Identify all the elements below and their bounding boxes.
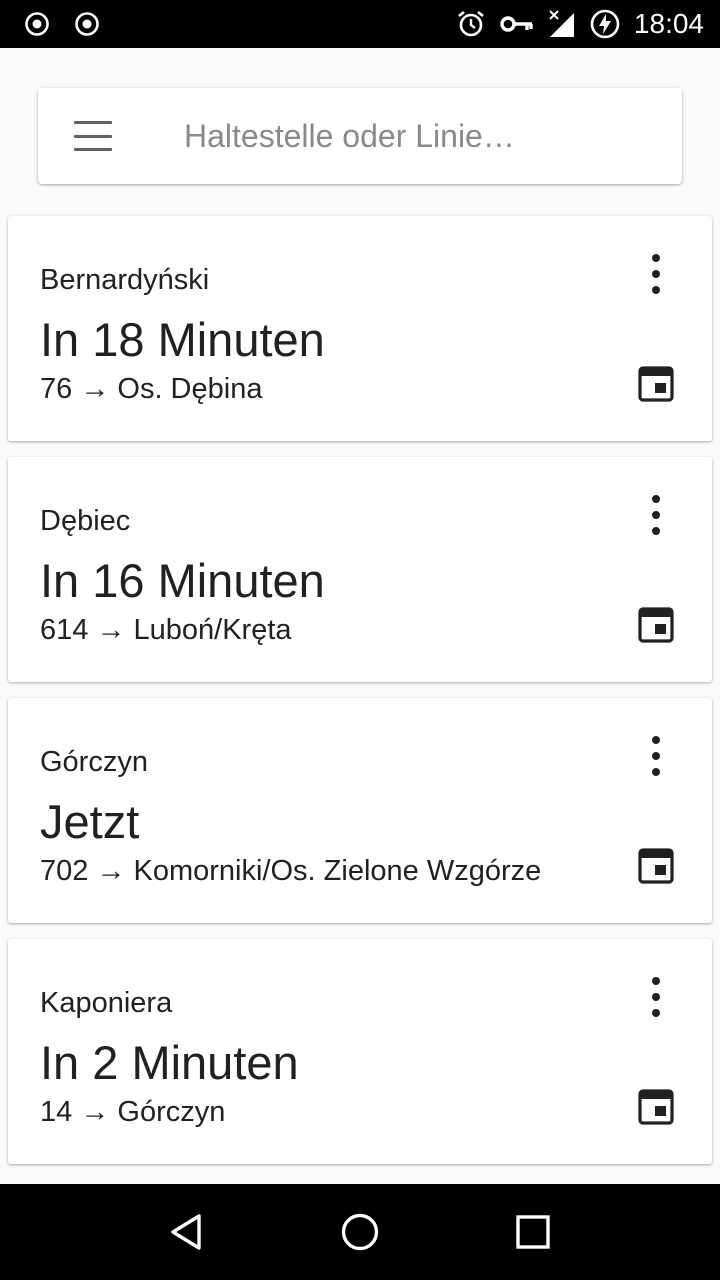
departure-time: Jetzt <box>40 795 140 848</box>
departure-card[interactable]: Bernardyński In 18 Minuten 76 → Os. Dębi… <box>8 216 712 441</box>
picture-in-picture-icon[interactable] <box>638 848 674 884</box>
status-bar: 18:04 <box>0 0 720 48</box>
departure-time: In 2 Minuten <box>40 1036 299 1089</box>
alarm-icon <box>456 9 486 39</box>
hamburger-menu-icon[interactable] <box>74 121 114 151</box>
signal-off-icon <box>548 9 576 39</box>
departure-time: In 18 Minuten <box>40 313 325 366</box>
back-icon[interactable] <box>147 1192 227 1272</box>
departure-time: In 16 Minuten <box>40 554 325 607</box>
line-direction: 76 → Os. Dębina <box>40 373 262 406</box>
stop-name: Dębiec <box>40 505 131 537</box>
line-direction: 614 → Luboń/Kręta <box>40 614 292 647</box>
home-icon[interactable] <box>320 1192 400 1272</box>
record-icon <box>74 11 100 37</box>
vpn-key-icon <box>500 14 534 34</box>
status-time: 18:04 <box>633 8 704 39</box>
picture-in-picture-icon[interactable] <box>638 607 674 643</box>
more-vert-icon[interactable] <box>646 254 666 294</box>
arrow-icon: → <box>96 855 126 887</box>
status-left <box>24 11 100 37</box>
more-vert-icon[interactable] <box>646 736 666 776</box>
more-vert-icon[interactable] <box>646 495 666 535</box>
stop-name: Bernardyński <box>40 264 210 296</box>
direction-name: Górczyn <box>117 1096 226 1128</box>
more-vert-icon[interactable] <box>646 977 666 1017</box>
status-right: 18:04 <box>456 8 704 40</box>
record-icon <box>24 11 50 37</box>
line-number: 702 <box>40 855 89 887</box>
line-number: 76 <box>40 373 73 405</box>
line-number: 14 <box>40 1096 73 1128</box>
departure-card[interactable]: Kaponiera In 2 Minuten 14 → Górczyn <box>8 939 712 1164</box>
stop-name: Górczyn <box>40 746 148 778</box>
picture-in-picture-icon[interactable] <box>638 366 674 402</box>
line-direction: 14 → Górczyn <box>40 1096 225 1129</box>
direction-name: Komorniki/Os. Zielone Wzgórze <box>133 855 542 887</box>
line-direction: 702 → Komorniki/Os. Zielone Wzgórze <box>40 855 541 888</box>
direction-name: Luboń/Kręta <box>133 614 292 646</box>
departure-card[interactable]: Górczyn Jetzt 702 → Komorniki/Os. Zielon… <box>8 698 712 923</box>
line-number: 614 <box>40 614 89 646</box>
arrow-icon: → <box>80 1096 110 1128</box>
battery-charging-icon <box>590 9 620 39</box>
direction-name: Os. Dębina <box>117 373 263 405</box>
departure-card[interactable]: Dębiec In 16 Minuten 614 → Luboń/Kręta <box>8 457 712 682</box>
arrow-icon: → <box>80 373 110 405</box>
picture-in-picture-icon[interactable] <box>638 1089 674 1125</box>
recents-icon[interactable] <box>493 1192 573 1272</box>
arrow-icon: → <box>96 614 126 646</box>
search-bar <box>38 88 682 184</box>
navigation-bar <box>0 1184 720 1280</box>
stop-name: Kaponiera <box>40 987 173 1019</box>
search-input[interactable] <box>182 116 642 156</box>
